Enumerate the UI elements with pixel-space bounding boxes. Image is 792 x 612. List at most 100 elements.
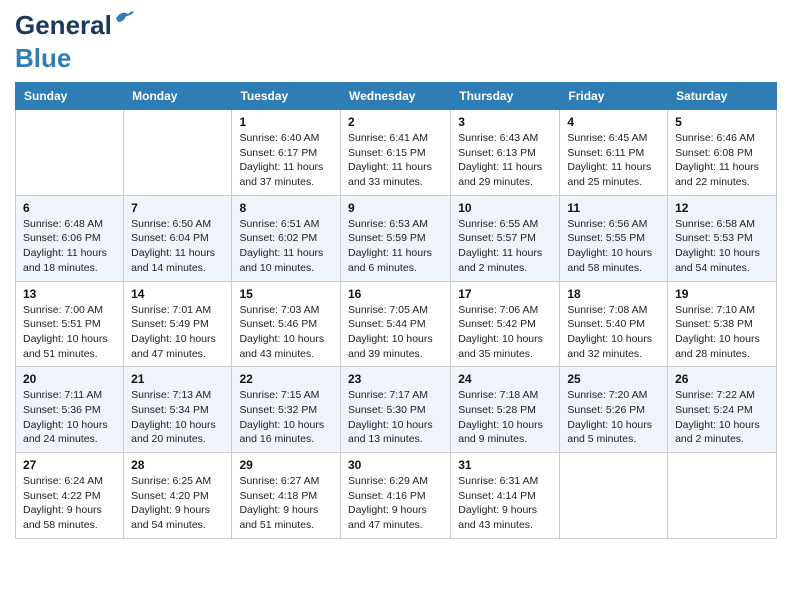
sunrise-label: Sunrise: 6:51 AM xyxy=(239,218,319,230)
calendar-cell: 27 Sunrise: 6:24 AMSunset: 4:22 PMDayligh… xyxy=(16,453,124,539)
day-number: 27 xyxy=(23,458,116,472)
daylight-label: Daylight: 9 hours and 58 minutes. xyxy=(23,504,102,531)
sunset-label: Sunset: 6:15 PM xyxy=(348,147,426,159)
daylight-label: Daylight: 11 hours and 22 minutes. xyxy=(675,161,759,188)
sunset-label: Sunset: 4:14 PM xyxy=(458,490,536,502)
sunset-label: Sunset: 5:53 PM xyxy=(675,232,753,244)
day-number: 31 xyxy=(458,458,552,472)
sunset-label: Sunset: 5:34 PM xyxy=(131,404,209,416)
logo-bird-icon xyxy=(114,8,134,28)
daylight-label: Daylight: 10 hours and 28 minutes. xyxy=(675,333,760,360)
calendar-cell xyxy=(16,110,124,196)
sunset-label: Sunset: 6:11 PM xyxy=(567,147,644,159)
sunrise-label: Sunrise: 7:08 AM xyxy=(567,304,647,316)
sunrise-label: Sunrise: 6:43 AM xyxy=(458,132,538,144)
daylight-label: Daylight: 10 hours and 54 minutes. xyxy=(675,247,760,274)
day-info: Sunrise: 6:53 AMSunset: 5:59 PMDaylight:… xyxy=(348,217,443,276)
day-info: Sunrise: 6:55 AMSunset: 5:57 PMDaylight:… xyxy=(458,217,552,276)
day-info: Sunrise: 6:45 AMSunset: 6:11 PMDaylight:… xyxy=(567,131,660,190)
day-info: Sunrise: 7:06 AMSunset: 5:42 PMDaylight:… xyxy=(458,303,552,362)
day-info: Sunrise: 6:27 AMSunset: 4:18 PMDaylight:… xyxy=(239,474,333,533)
calendar-cell xyxy=(668,453,777,539)
sunrise-label: Sunrise: 6:48 AM xyxy=(23,218,103,230)
calendar-week-row: 20Sunrise: 7:11 AMSunset: 5:36 PMDayligh… xyxy=(16,367,777,453)
calendar-cell: 29Sunrise: 6:27 AMSunset: 4:18 PMDayligh… xyxy=(232,453,341,539)
daylight-label: Daylight: 10 hours and 47 minutes. xyxy=(131,333,216,360)
sunset-label: Sunset: 4:22 PM xyxy=(23,490,101,502)
sunset-label: Sunset: 4:16 PM xyxy=(348,490,426,502)
day-number: 4 xyxy=(567,115,660,129)
daylight-label: Daylight: 9 hours and 47 minutes. xyxy=(348,504,427,531)
day-info: Sunrise: 6:50 AMSunset: 6:04 PMDaylight:… xyxy=(131,217,224,276)
daylight-label: Daylight: 10 hours and 58 minutes. xyxy=(567,247,652,274)
calendar-cell xyxy=(124,110,232,196)
calendar-cell: 9Sunrise: 6:53 AMSunset: 5:59 PMDaylight… xyxy=(340,195,450,281)
daylight-label: Daylight: 11 hours and 37 minutes. xyxy=(239,161,323,188)
sunrise-label: Sunrise: 7:00 AM xyxy=(23,304,103,316)
day-number: 24 xyxy=(458,372,552,386)
day-info: Sunrise: 6:29 AMSunset: 4:16 PMDaylight:… xyxy=(348,474,443,533)
calendar-body: 1Sunrise: 6:40 AMSunset: 6:17 PMDaylight… xyxy=(16,110,777,539)
weekday-header-tuesday: Tuesday xyxy=(232,83,341,110)
calendar-cell: 22Sunrise: 7:15 AMSunset: 5:32 PMDayligh… xyxy=(232,367,341,453)
daylight-label: Daylight: 10 hours and 35 minutes. xyxy=(458,333,543,360)
daylight-label: Daylight: 10 hours and 39 minutes. xyxy=(348,333,433,360)
day-info: Sunrise: 7:08 AMSunset: 5:40 PMDaylight:… xyxy=(567,303,660,362)
sunrise-label: Sunrise: 6:27 AM xyxy=(239,475,319,487)
day-number: 26 xyxy=(675,372,769,386)
calendar-cell: 15Sunrise: 7:03 AMSunset: 5:46 PMDayligh… xyxy=(232,281,341,367)
day-number: 16 xyxy=(348,287,443,301)
day-number: 14 xyxy=(131,287,224,301)
sunset-label: Sunset: 5:44 PM xyxy=(348,318,426,330)
day-info: Sunrise: 7:22 AMSunset: 5:24 PMDaylight:… xyxy=(675,388,769,447)
sunrise-label: Sunrise: 6:46 AM xyxy=(675,132,755,144)
sunrise-label: Sunrise: 6:41 AM xyxy=(348,132,428,144)
sunset-label: Sunset: 6:04 PM xyxy=(131,232,209,244)
day-info: Sunrise: 6:56 AMSunset: 5:55 PMDaylight:… xyxy=(567,217,660,276)
calendar-cell: 14 Sunrise: 7:01 AMSunset: 5:49 PMDayligh… xyxy=(124,281,232,367)
sunrise-label: Sunrise: 7:15 AM xyxy=(239,389,319,401)
calendar-cell: 23 Sunrise: 7:17 AMSunset: 5:30 PMDayligh… xyxy=(340,367,450,453)
day-info: Sunrise: 6:43 AMSunset: 6:13 PMDaylight:… xyxy=(458,131,552,190)
day-info: Sunrise: 7:17 AMSunset: 5:30 PMDaylight:… xyxy=(348,388,443,447)
sunset-label: Sunset: 5:49 PM xyxy=(131,318,209,330)
daylight-label: Daylight: 10 hours and 20 minutes. xyxy=(131,419,216,446)
calendar-week-row: 27 Sunrise: 6:24 AMSunset: 4:22 PMDayligh… xyxy=(16,453,777,539)
day-info: Sunrise: 7:10 AMSunset: 5:38 PMDaylight:… xyxy=(675,303,769,362)
weekday-header-saturday: Saturday xyxy=(668,83,777,110)
day-info: Sunrise: 7:01 AMSunset: 5:49 PMDaylight:… xyxy=(131,303,224,362)
day-info: Sunrise: 7:00 AMSunset: 5:51 PMDaylight:… xyxy=(23,303,116,362)
calendar-cell: 25Sunrise: 7:20 AMSunset: 5:26 PMDayligh… xyxy=(560,367,668,453)
sunset-label: Sunset: 6:02 PM xyxy=(239,232,317,244)
sunrise-label: Sunrise: 7:18 AM xyxy=(458,389,538,401)
daylight-label: Daylight: 10 hours and 13 minutes. xyxy=(348,419,433,446)
daylight-label: Daylight: 10 hours and 24 minutes. xyxy=(23,419,108,446)
day-number: 22 xyxy=(239,372,333,386)
day-number: 23 xyxy=(348,372,443,386)
day-number: 29 xyxy=(239,458,333,472)
day-number: 13 xyxy=(23,287,116,301)
day-number: 8 xyxy=(239,201,333,215)
calendar-cell: 11Sunrise: 6:56 AMSunset: 5:55 PMDayligh… xyxy=(560,195,668,281)
calendar-cell: 8Sunrise: 6:51 AMSunset: 6:02 PMDaylight… xyxy=(232,195,341,281)
sunrise-label: Sunrise: 7:22 AM xyxy=(675,389,755,401)
day-number: 17 xyxy=(458,287,552,301)
sunrise-label: Sunrise: 7:03 AM xyxy=(239,304,319,316)
day-number: 18 xyxy=(567,287,660,301)
calendar-cell xyxy=(560,453,668,539)
sunset-label: Sunset: 5:38 PM xyxy=(675,318,753,330)
daylight-label: Daylight: 11 hours and 14 minutes. xyxy=(131,247,215,274)
sunset-label: Sunset: 4:18 PM xyxy=(239,490,317,502)
sunrise-label: Sunrise: 6:58 AM xyxy=(675,218,755,230)
sunset-label: Sunset: 5:28 PM xyxy=(458,404,536,416)
calendar-cell: 2Sunrise: 6:41 AMSunset: 6:15 PMDaylight… xyxy=(340,110,450,196)
day-number: 1 xyxy=(239,115,333,129)
day-info: Sunrise: 6:24 AMSunset: 4:22 PMDaylight:… xyxy=(23,474,116,533)
calendar-cell: 3Sunrise: 6:43 AMSunset: 6:13 PMDaylight… xyxy=(451,110,560,196)
daylight-label: Daylight: 11 hours and 2 minutes. xyxy=(458,247,542,274)
sunset-label: Sunset: 5:32 PM xyxy=(239,404,317,416)
day-info: Sunrise: 6:41 AMSunset: 6:15 PMDaylight:… xyxy=(348,131,443,190)
sunrise-label: Sunrise: 6:40 AM xyxy=(239,132,319,144)
sunrise-label: Sunrise: 7:11 AM xyxy=(23,389,102,401)
calendar-cell: 1Sunrise: 6:40 AMSunset: 6:17 PMDaylight… xyxy=(232,110,341,196)
